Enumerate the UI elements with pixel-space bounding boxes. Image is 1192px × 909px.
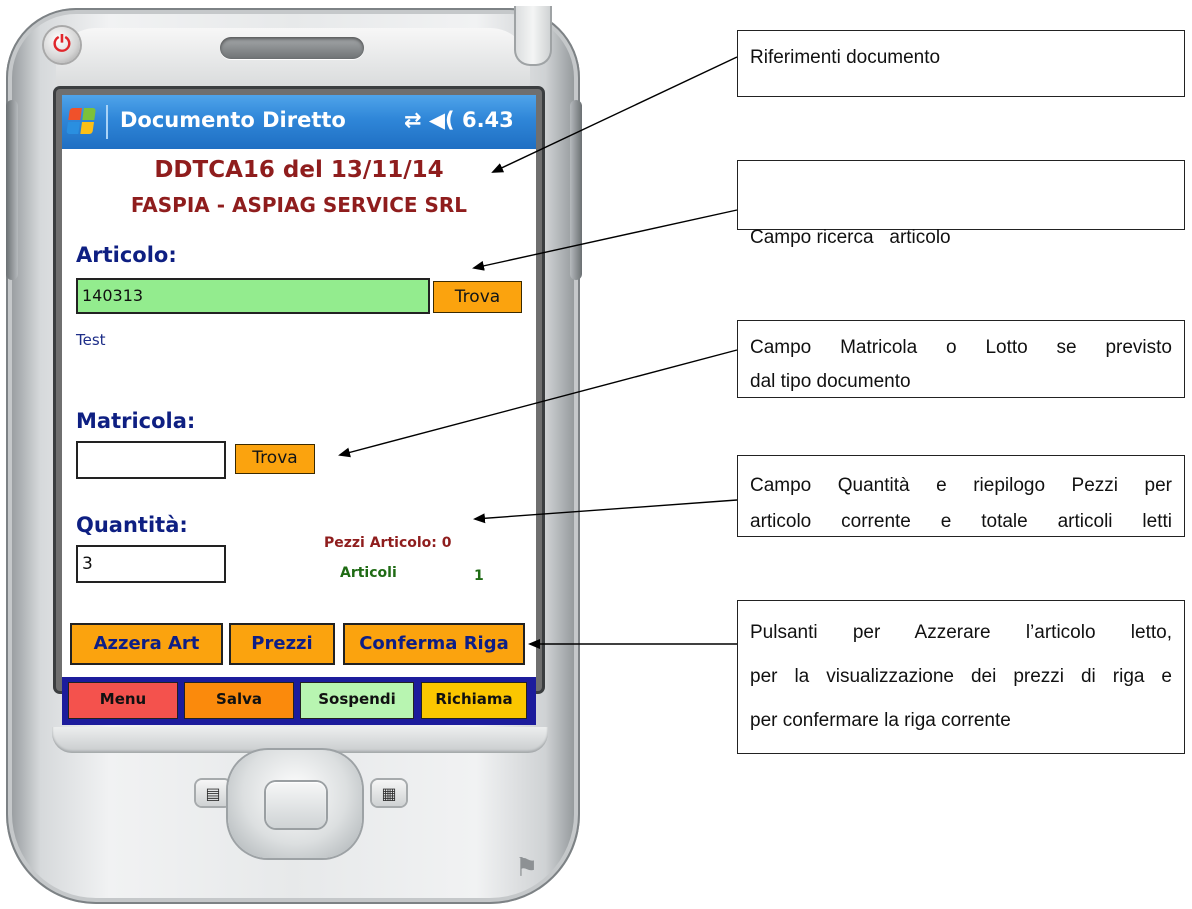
arrow-matricola (338, 349, 738, 458)
arrow-riferimenti (491, 56, 738, 173)
arrow-ricerca (472, 209, 738, 271)
arrow-quantita (473, 499, 738, 524)
callout-arrows (338, 56, 738, 649)
